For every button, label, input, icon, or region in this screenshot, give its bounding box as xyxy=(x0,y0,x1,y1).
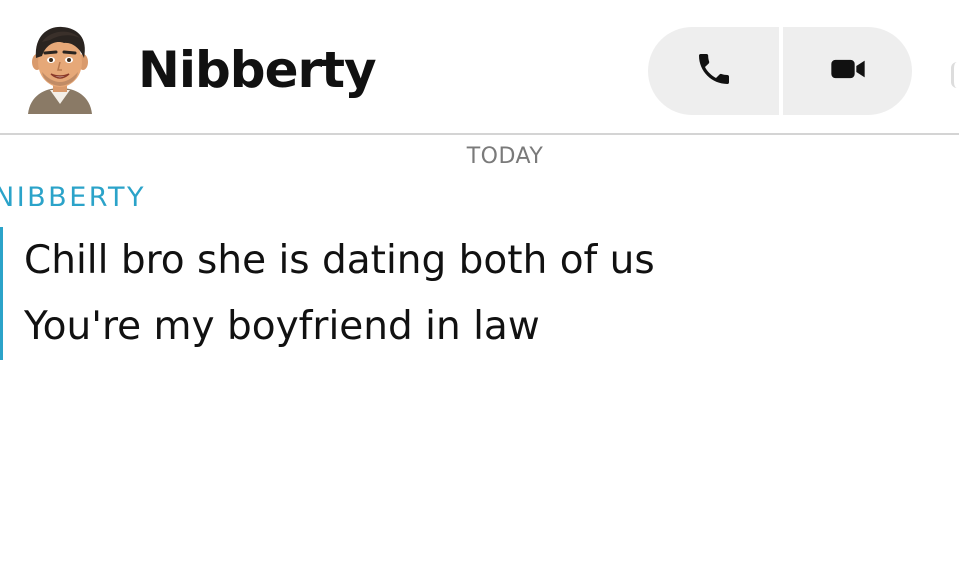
edge-indicator xyxy=(951,62,959,88)
message-group-bar xyxy=(0,227,3,360)
sender-name: NIBBERTY xyxy=(0,182,147,213)
call-buttons-group xyxy=(648,27,912,115)
date-separator: TODAY xyxy=(466,144,544,169)
contact-name[interactable]: Nibberty xyxy=(138,38,377,102)
video-call-button[interactable] xyxy=(783,27,912,115)
chat-message[interactable]: Chill bro she is dating both of us xyxy=(24,236,655,286)
phone-icon xyxy=(694,49,734,93)
video-camera-icon xyxy=(828,49,868,93)
chat-header: Nibberty xyxy=(0,0,959,134)
chat-message[interactable]: You're my boyfriend in law xyxy=(24,302,540,352)
header-divider xyxy=(0,133,959,135)
voice-call-button[interactable] xyxy=(648,27,779,115)
bitmoji-avatar-icon[interactable] xyxy=(20,22,100,114)
